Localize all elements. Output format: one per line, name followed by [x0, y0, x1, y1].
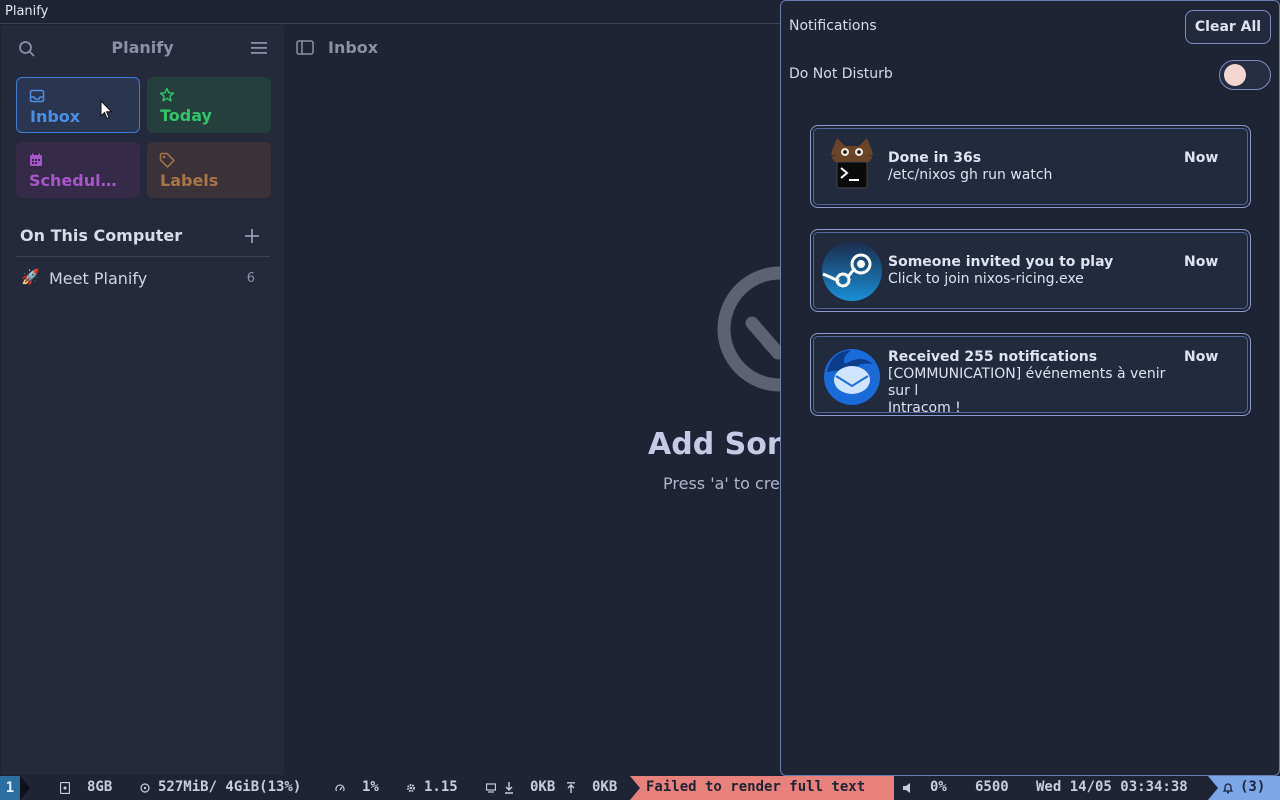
thunderbird-icon [824, 349, 880, 405]
notification-body: Click to join nixos-ricing.exe [888, 271, 1084, 287]
notification-summary: Someone invited you to play [888, 254, 1114, 270]
notification-time: Now [1184, 254, 1219, 270]
empty-state-title: Add Son [648, 427, 789, 462]
download-icon [505, 782, 513, 794]
notification-indicator[interactable]: (3) [1208, 776, 1280, 800]
notification-body: [COMMUNICATION] événements à venir sur l… [888, 366, 1166, 416]
filter-card-label: Today [160, 106, 212, 125]
disk-usage: 8GB [87, 779, 113, 795]
project-emoji: 🚀 [21, 268, 40, 286]
notification-card[interactable]: Received 255 notifications Now [COMMUNIC… [810, 333, 1251, 416]
empty-state-subtitle: Press 'a' to cre [663, 474, 780, 493]
terminal-cat-icon [822, 138, 882, 189]
notification-summary: Received 255 notifications [888, 349, 1098, 365]
page-title: Inbox [328, 38, 379, 57]
filter-card-label: Inbox [30, 107, 81, 126]
star-icon [159, 87, 175, 102]
load-average: 1.15 [424, 779, 458, 795]
menu-icon[interactable] [251, 41, 267, 55]
error-segment: Failed to render full text [630, 776, 894, 800]
sidebar-header: Planify [1, 25, 284, 71]
window-title: Planify [5, 4, 49, 19]
bell-icon [1222, 783, 1234, 794]
section-title: On This Computer [20, 226, 183, 245]
sidebar-toggle-icon[interactable] [296, 40, 314, 55]
cpu-usage: 1% [362, 779, 379, 795]
volume-level[interactable]: 0% [930, 779, 947, 795]
net-upload: 0KB [592, 779, 618, 795]
filter-card-label: Schedul… [29, 171, 117, 190]
add-project-icon[interactable] [244, 228, 260, 244]
project-name: Meet Planify [49, 269, 148, 288]
notification-time: Now [1184, 349, 1219, 365]
toggle-knob [1224, 64, 1246, 86]
net-download: 0KB [530, 779, 556, 795]
color-temperature: 6500 [975, 779, 1009, 795]
notification-card[interactable]: Someone invited you to play Now Click to… [810, 229, 1251, 312]
network-icon [486, 783, 496, 793]
clear-all-button[interactable]: Clear All [1185, 10, 1271, 44]
mouse-cursor-icon [100, 100, 113, 120]
workspace-indicator[interactable]: 1 [0, 776, 20, 800]
gear-icon [407, 784, 415, 792]
status-bar: 1 8GB 527MiB/ 4GiB(13%) 1% 1.15 0KB 0KB … [0, 776, 1280, 800]
sidebar-title: Planify [111, 38, 174, 57]
sidebar: Planify Inbox Today Schedul… Labels On T… [1, 25, 284, 775]
project-count: 6 [246, 271, 255, 286]
memory-icon [140, 783, 150, 793]
notification-summary: Done in 36s [888, 150, 982, 166]
notification-center: Notifications Clear All Do Not Disturb D… [780, 0, 1280, 776]
segment-separator [20, 776, 30, 800]
filter-card-today[interactable]: Today [147, 77, 271, 133]
filter-card-label: Labels [160, 171, 219, 190]
inbox-icon [29, 89, 45, 103]
clock: Wed 14/05 03:34:38 [1036, 779, 1188, 795]
project-item[interactable]: 🚀 Meet Planify 6 [16, 265, 270, 293]
notification-body: /etc/nixos gh run watch [888, 167, 1053, 183]
filter-card-scheduled[interactable]: Schedul… [16, 142, 140, 198]
upload-icon [567, 782, 575, 793]
calendar-icon [30, 153, 42, 166]
filter-card-inbox[interactable]: Inbox [16, 77, 140, 133]
filter-card-labels[interactable]: Labels [147, 142, 271, 198]
do-not-disturb-toggle[interactable] [1219, 60, 1271, 90]
notification-count: (3) [1240, 779, 1266, 795]
notification-time: Now [1184, 150, 1219, 166]
memory-usage: 527MiB/ 4GiB(13%) [158, 779, 302, 795]
notification-center-title: Notifications [789, 18, 877, 34]
notification-card[interactable]: Done in 36s Now /etc/nixos gh run watch [810, 125, 1251, 208]
speaker-icon[interactable] [902, 782, 914, 794]
tag-icon [159, 152, 175, 168]
steam-icon [822, 241, 882, 301]
divider [16, 256, 270, 257]
do-not-disturb-label: Do Not Disturb [789, 66, 893, 82]
disk-icon [60, 782, 70, 794]
error-text: Failed to render full text [646, 779, 866, 795]
cpu-icon [335, 784, 345, 792]
